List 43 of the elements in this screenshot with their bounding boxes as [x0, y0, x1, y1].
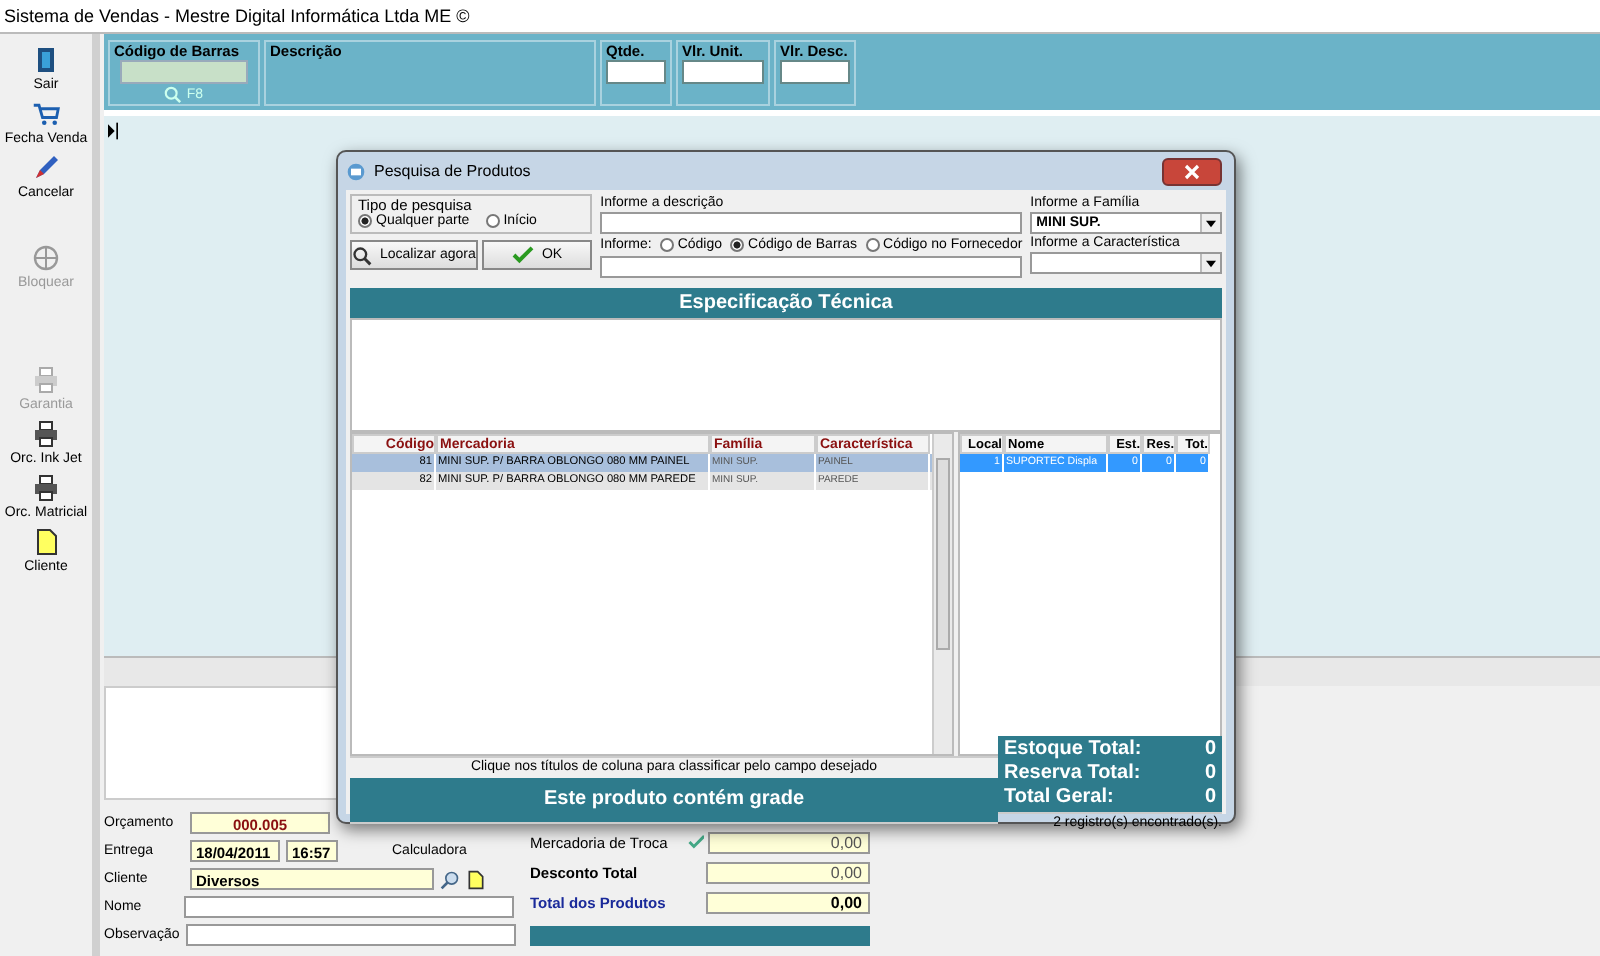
dialog-title: Pesquisa de Produtos: [374, 162, 531, 180]
row-indicator-icon: [108, 122, 118, 140]
search-icon: [352, 245, 372, 265]
globe-icon: [32, 244, 60, 272]
door-icon: [32, 46, 60, 74]
description-field[interactable]: [600, 212, 1023, 234]
total-value: 0: [1204, 762, 1216, 786]
checkmark-icon: [687, 834, 705, 850]
input-field[interactable]: [682, 60, 764, 84]
window-title: Sistema de Vendas - Mestre Digital Informática Ltda ME ©: [0, 0, 1600, 34]
printer-icon: [32, 366, 60, 394]
app-icon: [346, 161, 366, 181]
barcode-field[interactable]: [120, 60, 248, 84]
total-label: Reserva Total:: [1004, 762, 1141, 786]
total-label: Estoque Total:: [1004, 738, 1142, 762]
checkmark-icon: [511, 246, 534, 264]
pencil-icon: [32, 154, 60, 182]
document-icon: [32, 528, 60, 556]
section-header: Especificação Técnica: [350, 288, 1222, 318]
total-value: 0: [1204, 738, 1216, 762]
close-icon: [1184, 163, 1200, 179]
document-icon[interactable]: [466, 869, 486, 889]
total-value: 0,00: [706, 891, 870, 913]
input-field[interactable]: [606, 60, 666, 84]
printer-icon: [32, 420, 60, 448]
scrollbar[interactable]: [932, 434, 952, 754]
input-field[interactable]: [780, 60, 850, 84]
grade-banner: Este produto contém grade: [350, 778, 998, 822]
total-value: 0,00: [706, 861, 870, 883]
dropdown-arrow-icon: [1206, 259, 1216, 267]
name-field[interactable]: [184, 896, 514, 918]
feature-dropdown[interactable]: [1030, 252, 1222, 274]
search-icon[interactable]: [440, 869, 460, 889]
printer-icon: [32, 474, 60, 502]
total-value: 0,00: [708, 831, 870, 853]
total-value: 0: [1204, 786, 1216, 810]
notes-field[interactable]: [185, 924, 516, 946]
close-button[interactable]: [1162, 157, 1222, 185]
cart-icon: [32, 100, 60, 128]
code-field[interactable]: [600, 256, 1023, 278]
search-icon: [164, 86, 183, 104]
total-label: Total Geral:: [1004, 786, 1114, 810]
dropdown-arrow-icon: [1206, 219, 1216, 227]
